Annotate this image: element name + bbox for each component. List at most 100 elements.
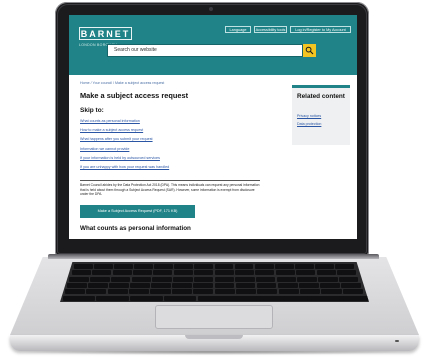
keyboard (60, 262, 369, 302)
keyboard-key (154, 264, 174, 269)
laptop-hinge (48, 254, 379, 259)
breadcrumb[interactable]: Home / Your council / Make a subject acc… (80, 81, 164, 85)
skip-link-cannot-provide[interactable]: Information we cannot provide (80, 147, 250, 156)
keyboard-key (294, 264, 314, 269)
keyboard-key (112, 270, 132, 276)
keyboard-key (173, 276, 193, 282)
keyboard-key (338, 295, 369, 301)
keyboard-key (298, 282, 319, 288)
keyboard-key (114, 264, 133, 269)
keyboard-key (214, 276, 235, 282)
keyboard-key (96, 295, 129, 301)
related-content-panel: Related content Privacy notices Data pro… (292, 85, 350, 145)
keyboard-key (151, 282, 172, 288)
keyboard-key (152, 276, 172, 282)
divider (80, 180, 260, 181)
intro-paragraph: Barnet Council abides by the Data Protec… (80, 183, 260, 197)
keyboard-key (214, 282, 235, 288)
keyboard-key (214, 264, 234, 269)
keyboard-key (278, 289, 299, 295)
keyboard-key (64, 289, 85, 295)
keyboard-key (297, 276, 317, 282)
keyboard-row (60, 289, 369, 295)
keyboard-key (130, 295, 163, 301)
keyboard-key (276, 276, 297, 282)
keyboard-key (132, 270, 153, 276)
keyboard-key (235, 282, 256, 288)
keyboard-key (90, 276, 110, 282)
related-link-privacy-notices[interactable]: Privacy notices (297, 114, 321, 118)
keyboard-key (92, 270, 112, 276)
keyboard-key (174, 264, 194, 269)
keyboard-key (314, 264, 334, 269)
keyboard-key (153, 270, 173, 276)
keyboard-key (171, 289, 192, 295)
trackpad (155, 305, 273, 329)
search-input[interactable]: Search our website (107, 44, 303, 57)
section-heading: What counts as personal information (80, 225, 191, 232)
keyboard-key (172, 282, 193, 288)
keyboard-key (275, 270, 295, 276)
keyboard-key (256, 282, 277, 288)
keyboard-row (60, 270, 369, 276)
keyboard-key (86, 289, 107, 295)
keyboard-key (319, 282, 340, 288)
keyboard-key (173, 270, 193, 276)
keyboard-key (340, 282, 361, 288)
keyboard-key (334, 264, 354, 269)
laptop-screen: BARNET LONDON BOROUGH Language Accessibi… (69, 15, 357, 239)
page-title: Make a subject access request (80, 91, 189, 100)
keyboard-key (255, 276, 276, 282)
keyboard-key (193, 276, 214, 282)
keyboard-key (109, 282, 130, 288)
keyboard-key (318, 276, 338, 282)
skip-link-personal-information[interactable]: What counts as personal information (80, 119, 250, 128)
keyboard-key (254, 264, 274, 269)
site-header: BARNET LONDON BOROUGH Language Accessibi… (69, 15, 357, 75)
keyboard-key (235, 276, 255, 282)
keyboard-row (60, 282, 369, 288)
skip-link-how-to-request[interactable]: How to make a subject access request (80, 128, 250, 137)
keyboard-key (94, 264, 113, 269)
keyboard-key (110, 276, 131, 282)
keyboard-key (321, 289, 342, 295)
keyboard-key (130, 282, 151, 288)
keyboard-key (338, 276, 359, 282)
keyboard-key (193, 282, 214, 288)
keyboard-key (194, 270, 214, 276)
related-link-data-protection[interactable]: Data protection (297, 122, 321, 126)
make-sar-button[interactable]: Make a Subject Access Request (PDF, 171 … (80, 205, 195, 218)
keyboard-key (235, 289, 257, 295)
login-register-button[interactable]: Log in/Register to My Account (290, 26, 351, 33)
keyboard-key (193, 289, 214, 295)
skip-link-unhappy[interactable]: If you are unhappy with how your request… (80, 165, 250, 174)
keyboard-key (71, 270, 91, 276)
keyboard-key (214, 270, 234, 276)
keyboard-key (194, 264, 214, 269)
keyboard-row (60, 295, 369, 301)
search-button[interactable] (303, 44, 316, 57)
keyboard-key (67, 282, 87, 288)
keyboard-key (74, 264, 93, 269)
keyboard-key (255, 270, 275, 276)
status-light (395, 340, 399, 342)
language-button[interactable]: Language (225, 26, 251, 33)
keyboard-key (128, 289, 150, 295)
search-icon (305, 46, 314, 55)
keyboard-key (214, 289, 235, 295)
keyboard-key (150, 289, 171, 295)
keyboard-key (257, 289, 278, 295)
skip-link-outsourced-services[interactable]: If your information is held by outsource… (80, 156, 250, 165)
keyboard-key (131, 276, 152, 282)
lid-notch (185, 335, 243, 339)
related-content-heading: Related content (297, 93, 345, 100)
keyboard-key (274, 264, 294, 269)
keyboard-key (234, 270, 255, 276)
skip-link-after-submit[interactable]: What happens after you submit your reque… (80, 137, 250, 146)
laptop: BARNET LONDON BOROUGH Language Accessibi… (0, 0, 429, 358)
camera-icon (209, 7, 213, 11)
accessibility-tools-button[interactable]: Accessibility tools (254, 26, 287, 33)
keyboard-key (62, 295, 96, 301)
keyboard-key (163, 295, 197, 301)
keyboard-key (316, 270, 336, 276)
